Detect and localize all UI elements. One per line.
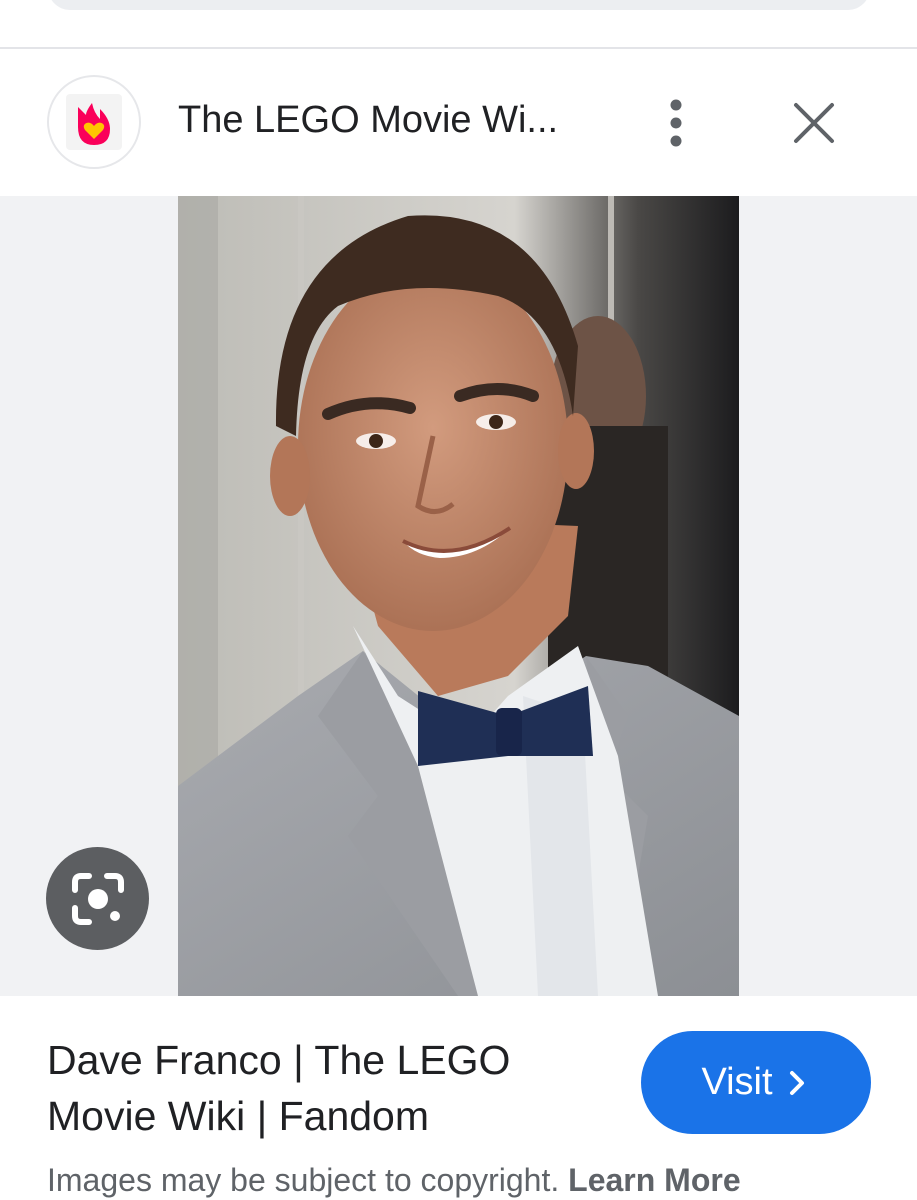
fandom-flame-icon [66, 94, 122, 150]
chevron-right-icon [789, 1070, 804, 1095]
close-button[interactable] [786, 96, 842, 150]
copyright-notice: Images may be subject to copyright. Lear… [47, 1158, 907, 1200]
visit-label: Visit [701, 1061, 773, 1103]
source-header: The LEGO Movie Wi... [0, 49, 917, 196]
more-options-button[interactable] [650, 96, 702, 150]
site-avatar[interactable] [47, 75, 141, 169]
image-preview-area [0, 196, 917, 996]
image-viewer: The LEGO Movie Wi... Dave Franco | The L… [0, 0, 917, 1200]
more-vert-icon [670, 99, 682, 147]
google-lens-button[interactable] [46, 847, 149, 950]
learn-more-link[interactable]: Learn More [568, 1162, 740, 1198]
visit-button[interactable]: Visit [641, 1031, 871, 1134]
preview-photo[interactable] [178, 196, 739, 996]
close-icon [794, 103, 834, 143]
site-name[interactable]: The LEGO Movie Wi... [178, 95, 608, 145]
result-title[interactable]: Dave Franco | The LEGO Movie Wiki | Fand… [47, 1032, 607, 1144]
google-lens-icon [71, 872, 124, 925]
search-bar[interactable] [48, 0, 870, 10]
copyright-text: Images may be subject to copyright. [47, 1162, 560, 1198]
